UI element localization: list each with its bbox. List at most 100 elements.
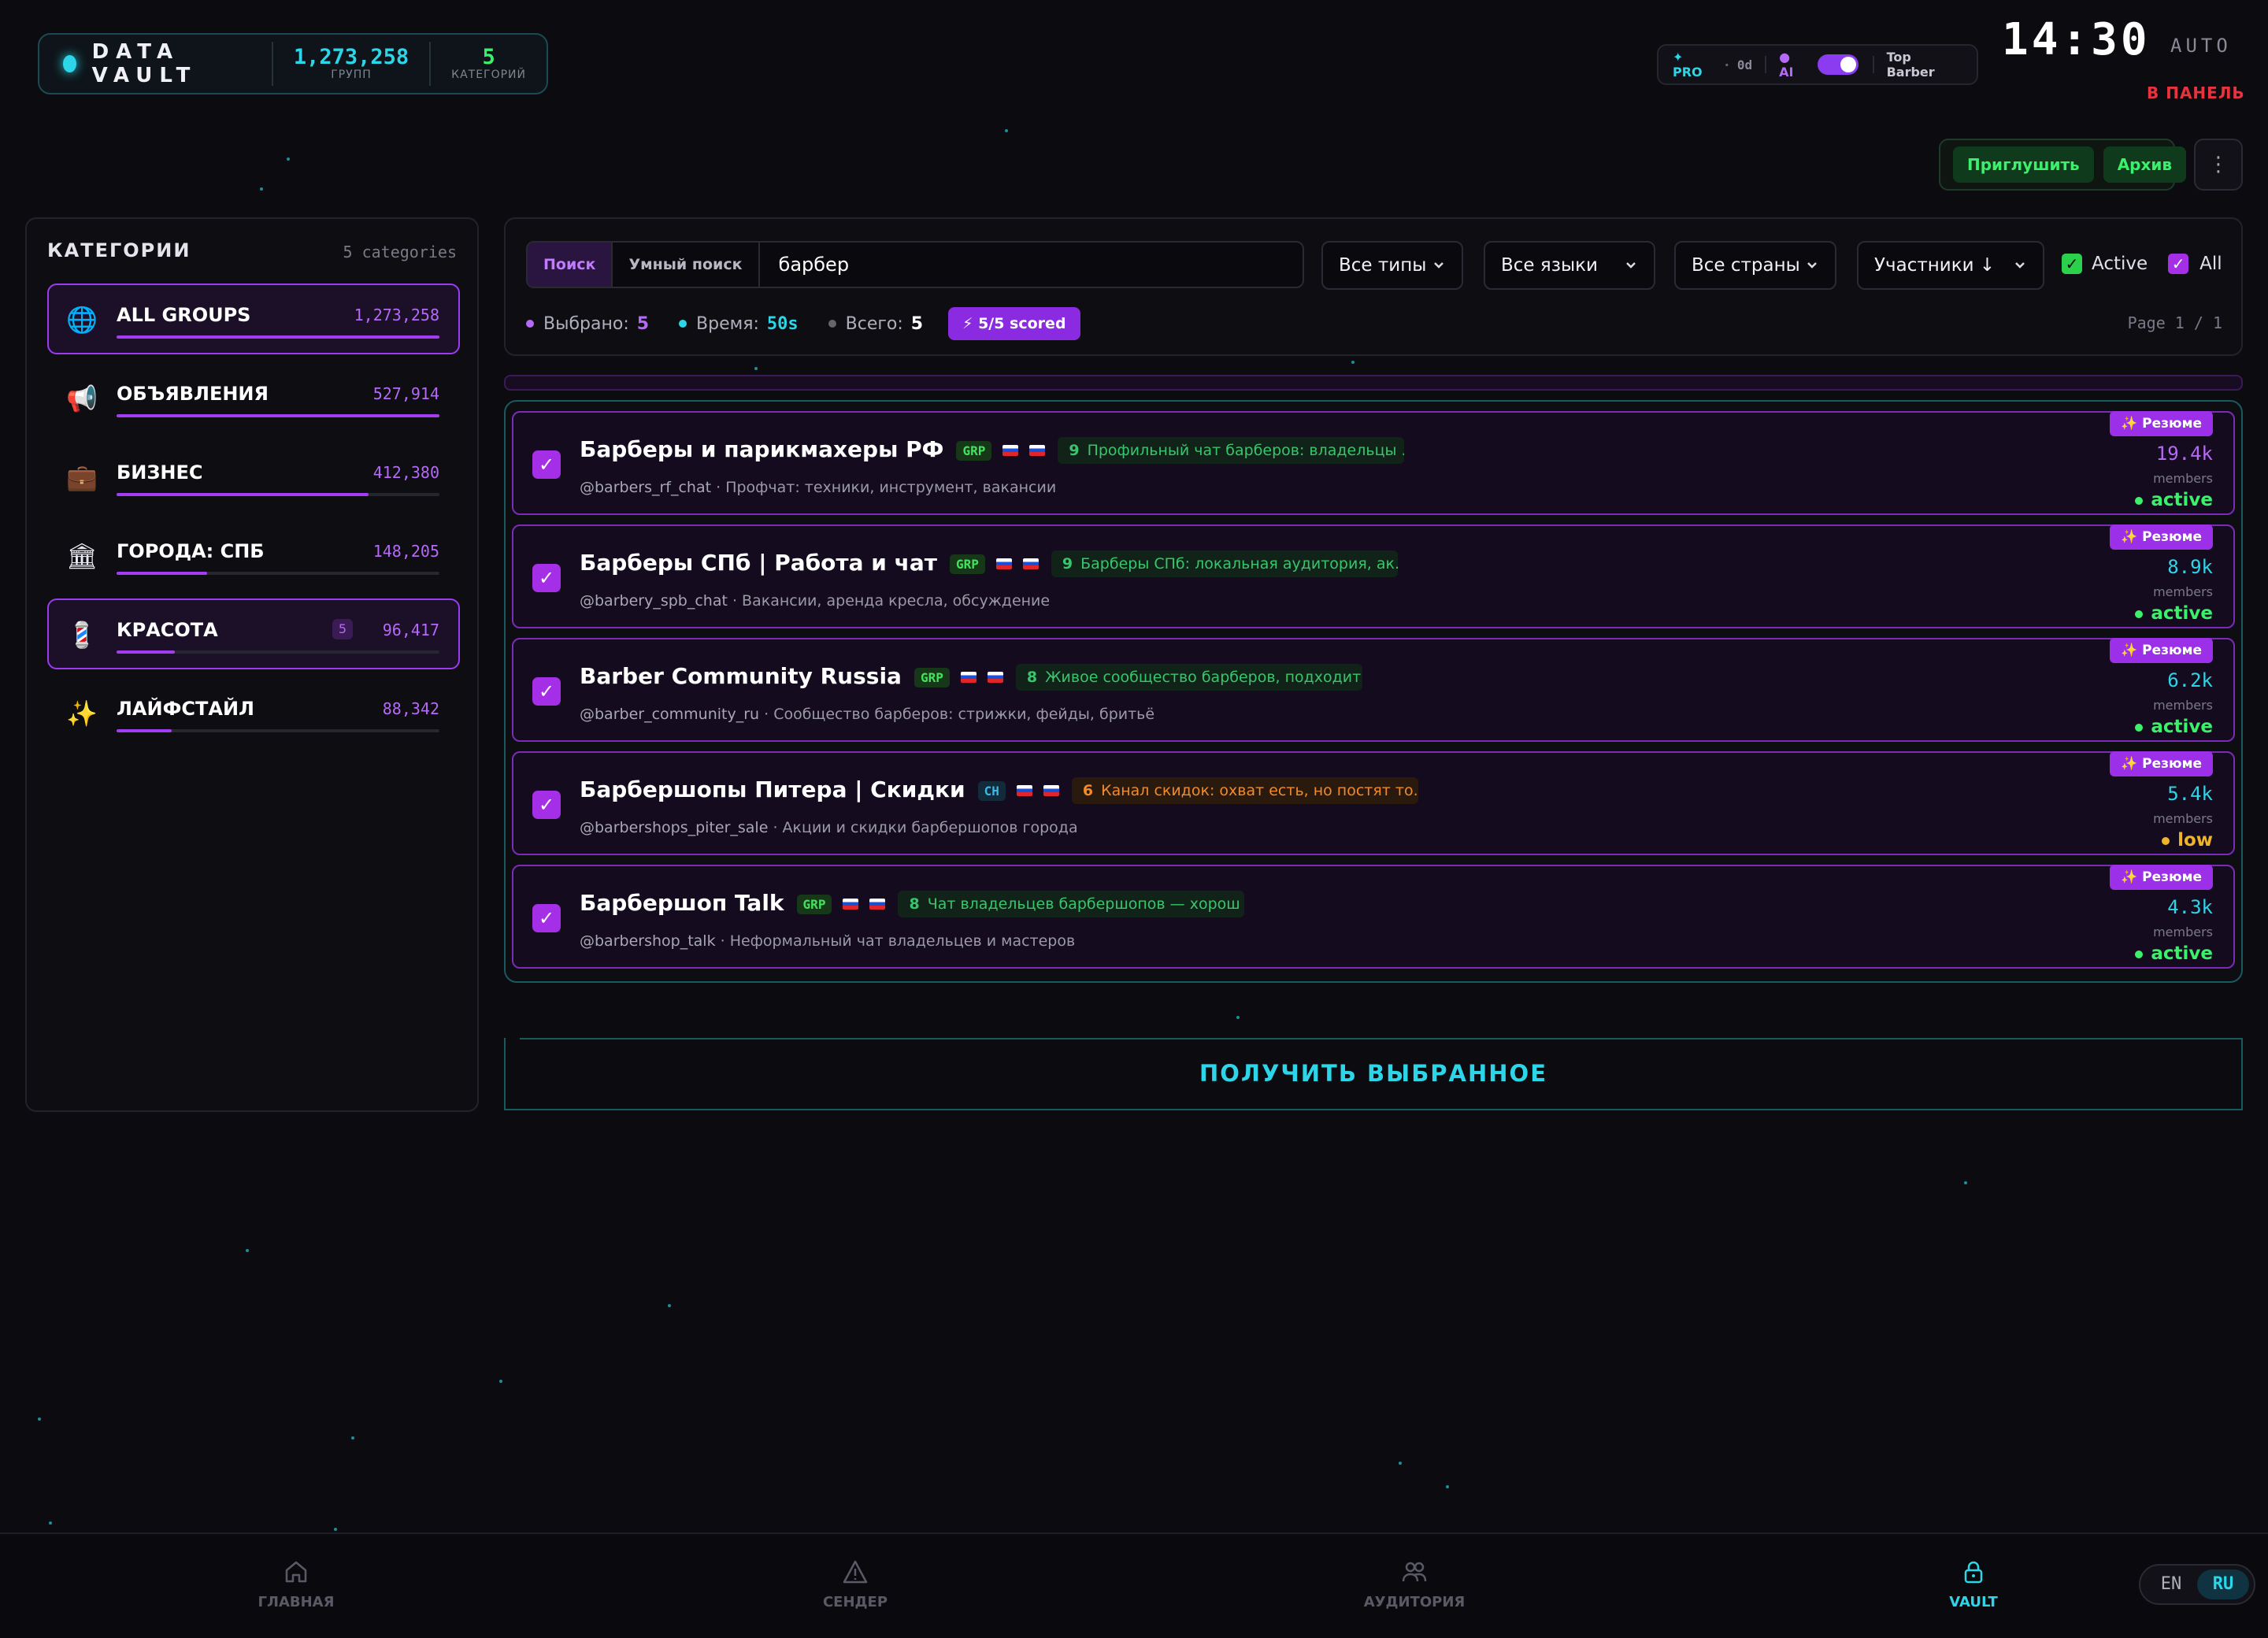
result-checkbox[interactable]: ✓ <box>532 791 561 819</box>
members-label: members <box>2153 584 2213 599</box>
ai-toggle[interactable] <box>1818 54 1858 75</box>
nav-vault[interactable]: VAULT <box>1895 1558 2052 1610</box>
ai-score: 8 <box>1026 669 1038 686</box>
ai-score: 8 <box>909 895 920 913</box>
active-filter[interactable]: ✓ Active ✓ All <box>2062 254 2222 274</box>
result-row[interactable]: ✓ Барбершоп Talk GRP 8 Чат владельцев барбер… <box>512 865 2235 969</box>
action-group: Приглушить Архив <box>1939 139 2187 191</box>
categories-stat: 5 КАТЕГОРИЙ <box>429 42 547 86</box>
russia-flag-icon <box>995 558 1012 569</box>
archive-button[interactable]: Архив <box>2103 146 2187 183</box>
members-label: members <box>2153 698 2213 713</box>
summary-button[interactable]: ✨ Резюме <box>2110 411 2213 436</box>
category-beauty[interactable]: 💈 КРАСОТА 5 96,417 <box>47 598 460 669</box>
tab-search[interactable]: Поиск <box>528 243 613 287</box>
star-dot <box>754 367 758 370</box>
nav-sender[interactable]: СЕНДЕР <box>776 1558 934 1610</box>
panel-link[interactable]: В ПАНЕЛЬ <box>2147 83 2245 102</box>
result-title[interactable]: Барбершопы Питера | Скидки CH 6 Канал скидо… <box>580 776 1418 804</box>
nav-home-label: ГЛАВНАЯ <box>258 1594 335 1610</box>
result-row[interactable]: ✓ Барберы СПб | Работа и чат GRP 9 Барберы С… <box>512 524 2235 628</box>
selected-value: 5 <box>636 313 650 334</box>
summary-button[interactable]: ✨ Резюме <box>2110 751 2213 776</box>
result-description: · Сообщество барберов: стрижки, фейды, б… <box>764 706 1155 723</box>
mute-button[interactable]: Приглушить <box>1953 146 2094 183</box>
result-handle[interactable]: @barbershop_talk <box>580 932 716 950</box>
category-business[interactable]: 💼 БИЗНЕС 412,380 <box>47 441 460 512</box>
category-label: КРАСОТА <box>117 619 218 641</box>
category-lifestyle[interactable]: ✨ ЛАЙФСТАЙЛ 88,342 <box>47 677 460 748</box>
category-announcements[interactable]: 📢 ОБЪЯВЛЕНИЯ 527,914 <box>47 362 460 433</box>
nav-sender-label: СЕНДЕР <box>822 1594 888 1610</box>
lock-icon <box>1964 1561 1983 1584</box>
bottom-nav: ГЛАВНАЯ СЕНДЕР АУДИТОРИЯ VAULT <box>0 1532 2268 1638</box>
status-text: active <box>2151 603 2213 624</box>
result-row[interactable]: ✓ Барберы и парикмахеры РФ GRP 9 Профильный … <box>512 411 2235 515</box>
scored-badge: ⚡ 5/5 scored <box>948 307 1080 340</box>
auto-mode-label[interactable]: AUTO <box>2170 35 2232 57</box>
result-checkbox[interactable]: ✓ <box>532 564 561 592</box>
search-input[interactable] <box>759 243 1303 287</box>
warning-triangle-icon <box>843 1560 868 1584</box>
selected-label: Выбрано: <box>543 313 629 334</box>
ai-summary-text: Канал скидок: охват есть, но постят то..… <box>1101 782 1418 799</box>
result-title[interactable]: Барберы и парикмахеры РФ GRP 9 Профильный ч… <box>580 436 1405 464</box>
result-checkbox[interactable]: ✓ <box>532 904 561 932</box>
categories-panel: КАТЕГОРИИ 5 categories 🌐 ALL GROUPS 1,27… <box>25 217 479 1112</box>
summary-button[interactable]: ✨ Резюме <box>2110 524 2213 550</box>
result-title[interactable]: Barber Community Russia GRP 8 Живое сообщес… <box>580 663 1362 691</box>
result-checkbox[interactable]: ✓ <box>532 677 561 706</box>
ai-score-summary: 8 Живое сообщество барберов, подходит... <box>1015 664 1362 691</box>
result-handle[interactable]: @barber_community_ru <box>580 706 759 723</box>
category-bar <box>117 729 439 732</box>
result-checkbox[interactable]: ✓ <box>532 450 561 479</box>
categories-value: 5 <box>482 45 495 69</box>
result-title[interactable]: Барбершоп Talk GRP 8 Чат владельцев барберш… <box>580 890 1245 917</box>
users-icon <box>1402 1562 1427 1582</box>
chevron-down-icon <box>1626 262 1636 269</box>
ai-summary-text: Профильный чат барберов: владельцы ... <box>1087 442 1405 459</box>
result-handle[interactable]: @barbery_spb_chat <box>580 592 728 610</box>
category-bar <box>117 572 439 575</box>
russia-flag-icon <box>1002 445 1019 456</box>
chevron-down-icon <box>1807 262 1817 269</box>
lang-en[interactable]: EN <box>2145 1569 2197 1599</box>
category-all-groups[interactable]: 🌐 ALL GROUPS 1,273,258 <box>47 284 460 354</box>
category-bar <box>117 335 439 339</box>
result-handle[interactable]: @barbers_rf_chat <box>580 479 711 496</box>
nav-audience[interactable]: АУДИТОРИЯ <box>1336 1558 1493 1610</box>
category-cities-spb[interactable]: 🏛 ГОРОДА: СПБ 148,205 <box>47 520 460 591</box>
star-dot <box>1446 1485 1449 1488</box>
summary-button[interactable]: ✨ Резюме <box>2110 865 2213 890</box>
ai-score: 6 <box>1082 782 1094 799</box>
star-dot <box>1964 1181 1967 1184</box>
countries-select-value: Все страны <box>1692 255 1800 276</box>
members-label: members <box>2153 925 2213 939</box>
lang-ru[interactable]: RU <box>2197 1569 2249 1599</box>
checkbox-active[interactable]: ✓ <box>2062 254 2082 274</box>
checkbox-all[interactable]: ✓ <box>2168 254 2189 274</box>
result-handle[interactable]: @barbershops_piter_sale <box>580 819 768 836</box>
languages-select[interactable]: Все языки <box>1484 241 1655 290</box>
result-title-text: Барберы СПб | Работа и чат <box>580 550 937 576</box>
result-description: · Акции и скидки барбершопов города <box>773 819 1078 836</box>
sort-select[interactable]: Участники ↓ <box>1857 241 2044 290</box>
days-counter: 0d <box>1736 57 1753 72</box>
summary-button[interactable]: ✨ Резюме <box>2110 638 2213 663</box>
type-tag: CH <box>977 780 1006 801</box>
tab-smart-search[interactable]: Умный поиск <box>613 243 760 287</box>
result-row[interactable]: ✓ Barber Community Russia GRP 8 Живое сообще… <box>512 638 2235 742</box>
status-led-icon <box>63 55 76 72</box>
star-dot <box>260 187 263 191</box>
result-title[interactable]: Барберы СПб | Работа и чат GRP 9 Барберы СП… <box>580 550 1398 577</box>
result-row[interactable]: ✓ Барбершопы Питера | Скидки CH 6 Канал скид… <box>512 751 2235 855</box>
status-text: low <box>2177 830 2213 850</box>
categories-label: КАТЕГОРИЙ <box>451 69 526 81</box>
star-dot <box>1351 361 1354 364</box>
countries-select[interactable]: Все страны <box>1674 241 1836 290</box>
get-selected-button[interactable]: ПОЛУЧИТЬ ВЫБРАННОЕ <box>504 1038 2243 1110</box>
profile-name[interactable]: Top Barber <box>1887 50 1962 80</box>
types-select[interactable]: Все типы <box>1321 241 1463 290</box>
more-menu-icon[interactable]: ⋮ <box>2194 139 2243 191</box>
nav-home[interactable]: ГЛАВНАЯ <box>217 1558 375 1610</box>
